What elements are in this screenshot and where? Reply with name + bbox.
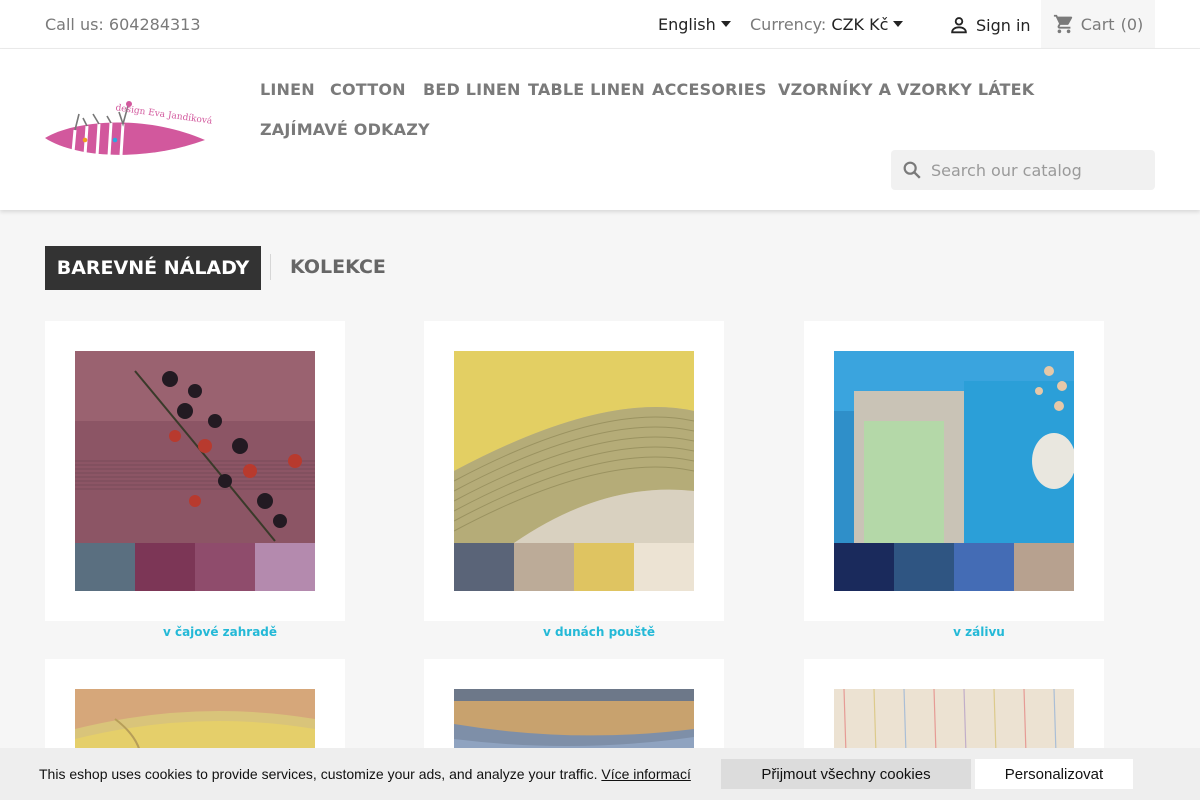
shopping-cart-icon — [1053, 14, 1072, 34]
nav-item-vzorniky[interactable]: VZORNÍKY A VZORKY LÁTEK — [778, 80, 1034, 99]
language-label: English — [658, 15, 716, 34]
color-swatch — [135, 543, 195, 591]
cookie-banner: This eshop uses cookies to provide servi… — [0, 748, 1200, 800]
user-icon — [951, 17, 967, 34]
currency-selector[interactable]: Currency: CZK Kč — [750, 15, 904, 34]
product-image[interactable] — [834, 351, 1074, 591]
top-bar: Call us: 604284313 English Currency: CZK… — [0, 0, 1200, 49]
product-image[interactable] — [75, 351, 315, 591]
color-swatch — [454, 543, 514, 591]
cart-label: Cart — [1080, 14, 1115, 34]
main-header: design Eva Jandíková LINEN COTTON BED LI… — [0, 49, 1200, 210]
color-swatch — [834, 543, 894, 591]
cart-button[interactable]: Cart (0) — [1041, 0, 1155, 48]
color-swatch — [195, 543, 255, 591]
cart-count: (0) — [1120, 14, 1144, 34]
sign-in-label: Sign in — [976, 15, 1031, 35]
sign-in-link[interactable]: Sign in — [948, 14, 1031, 36]
product-photo — [834, 351, 1074, 543]
product-title[interactable]: v zálivu — [804, 625, 1154, 639]
nav-item-linen[interactable]: LINEN — [260, 80, 315, 99]
product-title[interactable]: v čajové zahradě — [45, 625, 395, 639]
personalize-cookies-button[interactable]: Personalizovat — [975, 759, 1133, 789]
color-swatches — [454, 543, 694, 591]
call-label: Call us: — [45, 15, 104, 34]
product-card[interactable] — [424, 321, 724, 621]
nav-item-accesories[interactable]: ACCESORIES — [652, 80, 767, 99]
accept-all-cookies-button[interactable]: Přijmout všechny cookies — [721, 759, 971, 789]
language-selector[interactable]: English — [658, 15, 731, 34]
search-icon[interactable] — [901, 159, 923, 181]
color-swatch — [574, 543, 634, 591]
color-swatch — [954, 543, 1014, 591]
tab-barevne-nalady[interactable]: BAREVNÉ NÁLADY — [45, 246, 261, 290]
chevron-down-icon — [893, 21, 904, 27]
phone-number[interactable]: 604284313 — [109, 15, 201, 34]
product-card[interactable] — [804, 321, 1104, 621]
chevron-down-icon — [720, 21, 731, 27]
cookie-more-info-link[interactable]: Více informací — [601, 766, 690, 782]
product-photo — [75, 351, 315, 543]
product-title[interactable]: v dunách pouště — [424, 625, 774, 639]
currency-value: CZK Kč — [831, 15, 889, 34]
color-swatch — [894, 543, 954, 591]
color-swatch — [634, 543, 694, 591]
nav-item-table-linen[interactable]: TABLE LINEN — [528, 80, 645, 99]
search-input[interactable] — [931, 160, 1141, 180]
color-swatch — [255, 543, 315, 591]
product-photo — [454, 351, 694, 543]
color-swatch — [514, 543, 574, 591]
tab-divider — [270, 254, 271, 280]
search-box[interactable] — [891, 150, 1155, 190]
color-swatch — [75, 543, 135, 591]
nav-item-cotton[interactable]: COTTON — [330, 80, 406, 99]
color-swatch — [1014, 543, 1074, 591]
product-card[interactable] — [45, 321, 345, 621]
color-swatches — [834, 543, 1074, 591]
cookie-text: This eshop uses cookies to provide servi… — [39, 766, 598, 782]
contact-phone: Call us: 604284313 — [45, 15, 201, 34]
nav-item-zajimave-odkazy[interactable]: ZAJÍMAVÉ ODKAZY — [260, 120, 430, 139]
product-image[interactable] — [454, 351, 694, 591]
currency-label: Currency: — [750, 15, 827, 34]
site-logo[interactable]: design Eva Jandíková — [45, 100, 213, 160]
tab-kolekce[interactable]: KOLEKCE — [290, 256, 386, 278]
color-swatches — [75, 543, 315, 591]
nav-item-bed-linen[interactable]: BED LINEN — [423, 80, 521, 99]
cookie-message: This eshop uses cookies to provide servi… — [39, 766, 691, 782]
